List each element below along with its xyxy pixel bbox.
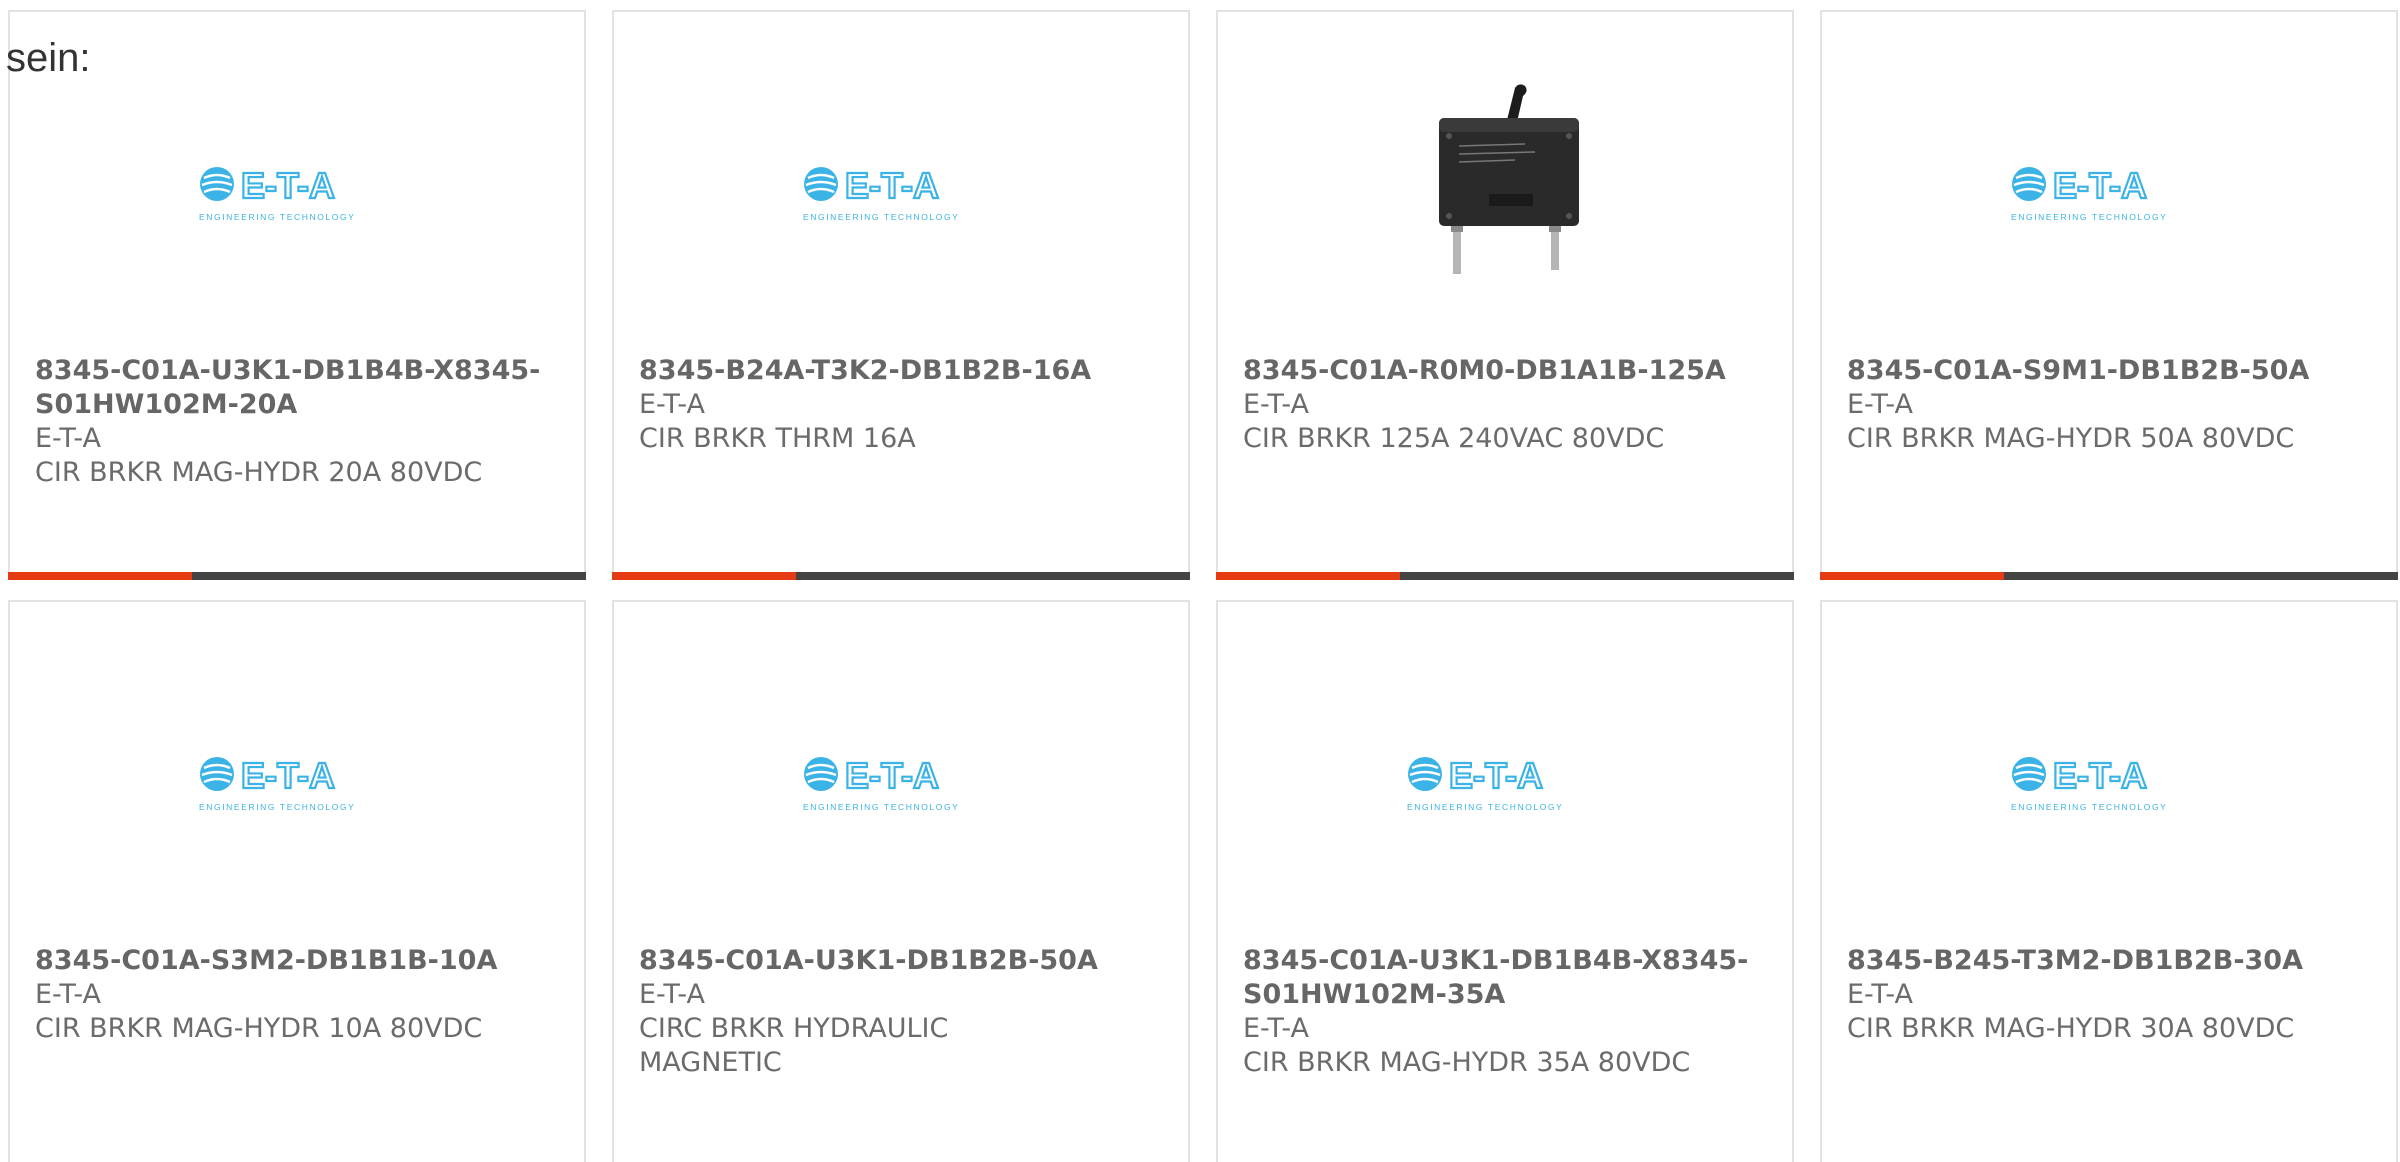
part-number-link[interactable]: 8345-B245-T3M2-DB1B2B-30A [1847,944,2376,978]
product-image[interactable]: E-T-A ENGINEERING TECHNOLOGY [614,78,1188,298]
product-image[interactable]: E-T-A ENGINEERING TECHNOLOGY [1218,668,1792,888]
card-bar [1216,572,1794,580]
product-info: 8345-C01A-U3K1-DB1B2B-50A E-T-A CIRC BRK… [639,944,1168,1080]
product-info: 8345-B24A-T3K2-DB1B2B-16A E-T-A CIR BRKR… [639,354,1168,456]
svg-text:ENGINEERING TECHNOLOGY: ENGINEERING TECHNOLOGY [2011,802,2167,812]
manufacturer: E-T-A [1847,979,1913,1010]
product-info: 8345-C01A-S9M1-DB1B2B-50A E-T-A CIR BRKR… [1847,354,2376,456]
description: CIR BRKR MAG-HYDR 30A 80VDC [1847,1013,2295,1044]
eta-logo-icon: E-T-A ENGINEERING TECHNOLOGY [1407,754,1563,812]
intro-text: sein: [6,36,91,80]
card-bar-accent [1820,572,2004,580]
svg-text:ENGINEERING TECHNOLOGY: ENGINEERING TECHNOLOGY [803,802,959,812]
product-card[interactable]: E-T-A ENGINEERING TECHNOLOGY 8345-C01A-S… [8,600,586,1162]
part-number-link[interactable]: 8345-C01A-U3K1-DB1B4B-X8345-S01HW102M-35… [1243,944,1772,1012]
svg-text:E-T-A: E-T-A [241,755,335,796]
eta-logo-icon: E-T-A ENGINEERING TECHNOLOGY [2011,164,2167,222]
product-image[interactable]: E-T-A ENGINEERING TECHNOLOGY [1822,668,2396,888]
svg-text:ENGINEERING TECHNOLOGY: ENGINEERING TECHNOLOGY [199,802,355,812]
product-card[interactable]: E-T-A ENGINEERING TECHNOLOGY 8345-C01A-U… [8,10,586,580]
svg-text:ENGINEERING TECHNOLOGY: ENGINEERING TECHNOLOGY [1407,802,1563,812]
manufacturer: E-T-A [639,979,705,1010]
product-grid: E-T-A ENGINEERING TECHNOLOGY 8345-C01A-U… [8,10,2400,1162]
product-image[interactable]: E-T-A ENGINEERING TECHNOLOGY [10,78,584,298]
svg-text:E-T-A: E-T-A [2053,755,2147,796]
svg-text:E-T-A: E-T-A [241,165,335,206]
part-number-link[interactable]: 8345-B24A-T3K2-DB1B2B-16A [639,354,1168,388]
circuit-breaker-photo [1415,78,1595,288]
svg-text:E-T-A: E-T-A [845,165,939,206]
svg-text:ENGINEERING TECHNOLOGY: ENGINEERING TECHNOLOGY [803,212,959,222]
description: CIRC BRKR HYDRAULIC MAGNETIC [639,1013,949,1078]
part-number-link[interactable]: 8345-C01A-S3M2-DB1B1B-10A [35,944,564,978]
product-card[interactable]: E-T-A ENGINEERING TECHNOLOGY 8345-C01A-U… [1216,600,1794,1162]
manufacturer: E-T-A [35,423,101,454]
svg-text:ENGINEERING TECHNOLOGY: ENGINEERING TECHNOLOGY [2011,212,2167,222]
manufacturer: E-T-A [35,979,101,1010]
svg-text:E-T-A: E-T-A [2053,165,2147,206]
manufacturer: E-T-A [1243,389,1309,420]
card-bar [8,572,586,580]
eta-logo-icon: E-T-A ENGINEERING TECHNOLOGY [803,754,959,812]
card-bar [612,572,1190,580]
part-number-link[interactable]: 8345-C01A-U3K1-DB1B4B-X8345-S01HW102M-20… [35,354,564,422]
svg-text:E-T-A: E-T-A [1449,755,1543,796]
svg-text:ENGINEERING TECHNOLOGY: ENGINEERING TECHNOLOGY [199,212,355,222]
manufacturer: E-T-A [1847,389,1913,420]
product-card[interactable]: E-T-A ENGINEERING TECHNOLOGY 8345-C01A-S… [1820,10,2398,580]
product-image[interactable]: E-T-A ENGINEERING TECHNOLOGY [10,668,584,888]
svg-text:E-T-A: E-T-A [845,755,939,796]
product-image[interactable]: E-T-A ENGINEERING TECHNOLOGY [1822,78,2396,298]
description: CIR BRKR MAG-HYDR 50A 80VDC [1847,423,2295,454]
card-bar-accent [612,572,796,580]
eta-logo-icon: E-T-A ENGINEERING TECHNOLOGY [199,754,355,812]
eta-logo-icon: E-T-A ENGINEERING TECHNOLOGY [2011,754,2167,812]
description: CIR BRKR MAG-HYDR 35A 80VDC [1243,1047,1691,1078]
product-info: 8345-B245-T3M2-DB1B2B-30A E-T-A CIR BRKR… [1847,944,2376,1046]
part-number-link[interactable]: 8345-C01A-S9M1-DB1B2B-50A [1847,354,2376,388]
card-bar-accent [8,572,192,580]
product-info: 8345-C01A-U3K1-DB1B4B-X8345-S01HW102M-20… [35,354,564,490]
product-card[interactable]: E-T-A ENGINEERING TECHNOLOGY 8345-B245-T… [1820,600,2398,1162]
card-bar-accent [1216,572,1400,580]
part-number-link[interactable]: 8345-C01A-R0M0-DB1A1B-125A [1243,354,1772,388]
description: CIR BRKR 125A 240VAC 80VDC [1243,423,1665,454]
manufacturer: E-T-A [639,389,705,420]
product-card[interactable]: E-T-A ENGINEERING TECHNOLOGY 8345-C01A-U… [612,600,1190,1162]
card-bar [1820,572,2398,580]
product-info: 8345-C01A-R0M0-DB1A1B-125A E-T-A CIR BRK… [1243,354,1772,456]
product-info: 8345-C01A-U3K1-DB1B4B-X8345-S01HW102M-35… [1243,944,1772,1080]
product-listing-page: sein: E-T-A ENGINEERING TECHNOLOGY 8345-… [0,0,2400,1162]
manufacturer: E-T-A [1243,1013,1309,1044]
product-image[interactable] [1218,78,1792,298]
product-info: 8345-C01A-S3M2-DB1B1B-10A E-T-A CIR BRKR… [35,944,564,1046]
product-card[interactable]: E-T-A ENGINEERING TECHNOLOGY 8345-B24A-T… [612,10,1190,580]
eta-logo-icon: E-T-A ENGINEERING TECHNOLOGY [199,164,355,222]
eta-logo-icon: E-T-A ENGINEERING TECHNOLOGY [803,164,959,222]
product-image[interactable]: E-T-A ENGINEERING TECHNOLOGY [614,668,1188,888]
description: CIR BRKR MAG-HYDR 20A 80VDC [35,457,483,488]
description: CIR BRKR MAG-HYDR 10A 80VDC [35,1013,483,1044]
part-number-link[interactable]: 8345-C01A-U3K1-DB1B2B-50A [639,944,1168,978]
description: CIR BRKR THRM 16A [639,423,916,454]
product-card[interactable]: 8345-C01A-R0M0-DB1A1B-125A E-T-A CIR BRK… [1216,10,1794,580]
